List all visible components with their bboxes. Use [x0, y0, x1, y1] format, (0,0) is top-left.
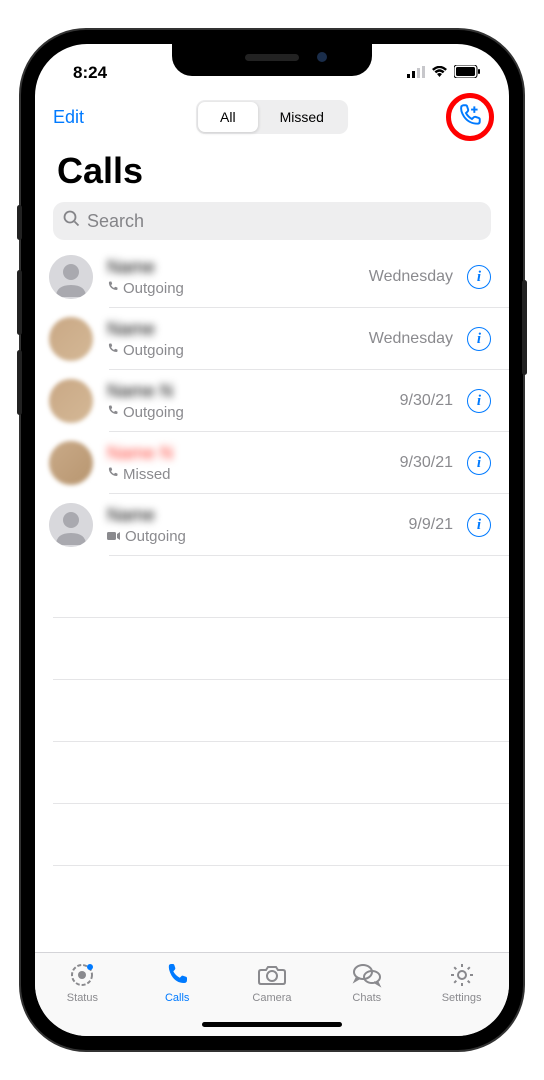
call-subtype: Outgoing — [123, 404, 184, 421]
contact-name: Name — [107, 257, 155, 278]
avatar — [49, 379, 93, 423]
empty-row — [35, 556, 509, 618]
segment-missed[interactable]: Missed — [258, 102, 346, 132]
camera-icon — [258, 961, 286, 989]
phone-icon — [107, 342, 119, 359]
calls-list: Name Outgoing Wednesday i Name — [35, 246, 509, 952]
tab-status[interactable]: Status — [47, 961, 117, 1036]
call-date: 9/9/21 — [409, 516, 453, 534]
edit-button[interactable]: Edit — [53, 107, 84, 128]
avatar — [49, 441, 93, 485]
call-date: 9/30/21 — [400, 392, 453, 410]
phone-icon — [107, 280, 119, 297]
search-input[interactable]: Search — [53, 202, 491, 240]
tab-settings[interactable]: Settings — [427, 961, 497, 1036]
call-date: Wednesday — [369, 330, 453, 348]
avatar — [49, 317, 93, 361]
phone-plus-icon — [457, 102, 483, 133]
contact-name: Name — [107, 319, 155, 340]
tab-label: Status — [67, 992, 98, 1004]
info-button[interactable]: i — [467, 513, 491, 537]
notch — [172, 44, 372, 76]
call-row[interactable]: Name Outgoing 9/9/21 i — [35, 494, 509, 556]
wifi-icon — [431, 63, 448, 83]
home-indicator[interactable] — [202, 1022, 342, 1027]
call-row[interactable]: Name N Missed 9/30/21 i — [35, 432, 509, 494]
contact-name: Name N — [107, 381, 173, 402]
phone-icon — [107, 466, 119, 483]
info-button[interactable]: i — [467, 451, 491, 475]
info-button[interactable]: i — [467, 327, 491, 351]
empty-row — [35, 742, 509, 804]
call-date: 9/30/21 — [400, 454, 453, 472]
signal-icon — [407, 63, 425, 83]
page-title: Calls — [35, 136, 509, 198]
highlight-circle — [446, 93, 494, 141]
call-row[interactable]: Name Outgoing Wednesday i — [35, 246, 509, 308]
status-icon — [69, 961, 95, 989]
call-subtype: Outgoing — [123, 342, 184, 359]
avatar — [49, 255, 93, 299]
search-icon — [63, 210, 80, 232]
empty-row — [35, 680, 509, 742]
filter-segmented-control[interactable]: All Missed — [196, 100, 348, 134]
call-date: Wednesday — [369, 268, 453, 286]
tab-label: Calls — [165, 992, 189, 1004]
tab-label: Chats — [352, 992, 381, 1004]
gear-icon — [449, 961, 475, 989]
battery-icon — [454, 63, 481, 83]
contact-name: Name N — [107, 443, 173, 464]
phone-icon — [164, 961, 190, 989]
status-time: 8:24 — [73, 63, 107, 83]
call-row[interactable]: Name Outgoing Wednesday i — [35, 308, 509, 370]
call-subtype: Outgoing — [125, 528, 186, 545]
search-placeholder: Search — [87, 211, 144, 232]
phone-icon — [107, 404, 119, 421]
tab-label: Camera — [252, 992, 291, 1004]
avatar — [49, 503, 93, 547]
call-subtype: Outgoing — [123, 280, 184, 297]
tab-label: Settings — [442, 992, 482, 1004]
info-button[interactable]: i — [467, 265, 491, 289]
tab-chats[interactable]: Chats — [332, 961, 402, 1036]
video-icon — [107, 528, 121, 545]
contact-name: Name — [107, 505, 155, 526]
empty-row — [35, 618, 509, 680]
info-button[interactable]: i — [467, 389, 491, 413]
call-row[interactable]: Name N Outgoing 9/30/21 i — [35, 370, 509, 432]
call-subtype: Missed — [123, 466, 171, 483]
new-call-button[interactable] — [445, 92, 495, 142]
segment-all[interactable]: All — [198, 102, 258, 132]
chats-icon — [352, 961, 382, 989]
empty-row — [35, 804, 509, 866]
